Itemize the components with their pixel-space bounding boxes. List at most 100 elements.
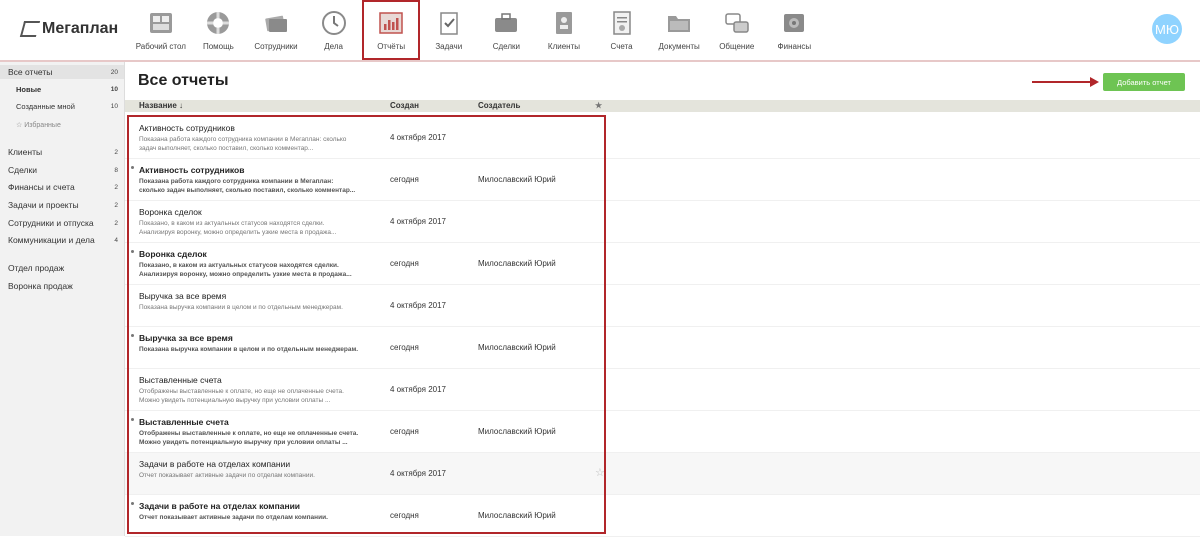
report-description: Показано, в каком из актуальных статусов…	[139, 220, 337, 236]
table-row[interactable]: Активность сотрудников Показана работа ка…	[125, 159, 1200, 201]
sidebar-item[interactable]: Новые 10	[0, 82, 124, 96]
main-content: Все отчеты Добавить отчет Название ↓ Соз…	[125, 62, 1200, 537]
report-created: сегодня	[390, 427, 419, 436]
table-row[interactable]: Выставленные счета Отображены выставленны…	[125, 369, 1200, 411]
nav-item-label: Документы	[658, 42, 700, 51]
nav-item-employees[interactable]: Сотрудники	[247, 0, 305, 60]
table-row[interactable]: Выставленные счета Отображены выставленны…	[125, 411, 1200, 453]
page-title: Все отчеты	[138, 72, 229, 89]
report-name[interactable]: Выручка за все время	[139, 333, 233, 343]
report-creator: Милославский Юрий	[478, 175, 556, 184]
column-header-creator[interactable]: Создатель	[478, 101, 520, 110]
sidebar-item[interactable]: Задачи и проекты 2	[0, 198, 124, 212]
report-name[interactable]: Воронка сделок	[139, 207, 202, 217]
sidebar-item-count: 2	[114, 219, 118, 227]
report-name[interactable]: Выставленные счета	[139, 375, 222, 385]
table-row[interactable]: Активность сотрудников Показана работа ка…	[125, 117, 1200, 159]
arrow-annotation-icon	[1032, 77, 1099, 87]
sidebar-item-count: 2	[114, 148, 118, 156]
report-created: 4 октября 2017	[390, 301, 446, 310]
folder-icon	[665, 9, 693, 37]
report-name[interactable]: Задачи в работе на отделах компании	[139, 501, 300, 511]
nav-item-chat[interactable]: Общение	[708, 0, 766, 60]
report-name[interactable]: Выставленные счета	[139, 417, 229, 427]
table-row[interactable]: Выручка за все время Показана выручка ком…	[125, 327, 1200, 369]
clock-icon	[320, 9, 348, 37]
sidebar-item[interactable]: Созданные мной 10	[0, 99, 124, 113]
report-description: Отчет показывает активные задачи по отде…	[139, 472, 315, 479]
logo-mark-icon	[19, 21, 41, 37]
favorite-star-icon[interactable]: ☆	[595, 466, 605, 479]
sidebar-item-label: Сделки	[8, 165, 37, 175]
sidebar-item[interactable]: ☆ Избранные	[0, 118, 124, 132]
add-report-button[interactable]: Добавить отчет	[1103, 73, 1185, 91]
nav-item-lifebuoy[interactable]: Помощь	[190, 0, 248, 60]
sidebar-item-count: 20	[110, 68, 118, 76]
sidebar-item[interactable]: Сотрудники и отпуска 2	[0, 216, 124, 230]
sidebar-item[interactable]: Коммуникации и дела 4	[0, 233, 124, 247]
sidebar-item-label: Все отчеты	[8, 67, 53, 77]
main-nav: Рабочий стол Помощь Сотрудники Дела Отчёты За…	[132, 0, 823, 60]
sidebar-item-count: 10	[110, 85, 118, 93]
nav-item-label: Отчёты	[377, 42, 406, 51]
report-name[interactable]: Активность сотрудников	[139, 165, 244, 175]
report-name[interactable]: Активность сотрудников	[139, 123, 235, 133]
sidebar-item[interactable]: Сделки 8	[0, 163, 124, 177]
nav-item-safe[interactable]: Финансы	[766, 0, 824, 60]
favorite-column-star-icon[interactable]: ★	[595, 101, 602, 110]
nav-item-clipboard[interactable]: Задачи	[420, 0, 478, 60]
nav-item-label: Рабочий стол	[135, 42, 186, 51]
table-row[interactable]: Воронка сделок Показано, в каком из актуа…	[125, 201, 1200, 243]
report-description: Показана работа каждого сотрудника компа…	[139, 178, 356, 194]
nav-item-contacts[interactable]: Клиенты	[535, 0, 593, 60]
nav-item-clock[interactable]: Дела	[305, 0, 363, 60]
chat-icon	[723, 9, 751, 37]
sidebar-item-label: Избранные	[24, 122, 61, 129]
report-name[interactable]: Воронка сделок	[139, 249, 207, 259]
report-created: 4 октября 2017	[390, 133, 446, 142]
report-created: 4 октября 2017	[390, 469, 446, 478]
avatar[interactable]: МЮ	[1152, 14, 1182, 44]
nav-item-reports-chart[interactable]: Отчёты	[362, 0, 420, 60]
report-name[interactable]: Выручка за все время	[139, 291, 226, 301]
column-header-created[interactable]: Создан	[390, 101, 419, 110]
star-outline-icon: ☆	[16, 122, 25, 129]
report-description: Отображены выставленные к оплате, но еще…	[139, 388, 344, 404]
nav-item-folder[interactable]: Документы	[650, 0, 708, 60]
safe-icon	[780, 9, 808, 37]
sidebar-item-label: Воронка продаж	[8, 281, 73, 291]
sidebar-item[interactable]: Финансы и счета 2	[0, 180, 124, 194]
table-row[interactable]: Воронка сделок Показано, в каком из актуа…	[125, 243, 1200, 285]
report-description: Показана выручка компании в целом и по о…	[139, 304, 343, 311]
nav-item-label: Клиенты	[547, 42, 580, 51]
briefcase-icon	[492, 9, 520, 37]
nav-item-invoice[interactable]: Счета	[593, 0, 651, 60]
sidebar-item-label: Новые	[16, 84, 42, 94]
contacts-icon	[550, 9, 578, 37]
table-row[interactable]: Задачи в работе на отделах компании Отчет…	[125, 453, 1200, 495]
employees-icon	[262, 9, 290, 37]
megaplan-logo[interactable]: Мегаплан	[19, 20, 119, 38]
sidebar: Все отчеты 20 Новые 10 Созданные мной 10 ☆ Изб…	[0, 62, 125, 536]
lifebuoy-icon	[204, 9, 232, 37]
sidebar-item[interactable]: Все отчеты 20	[0, 65, 124, 79]
report-created: сегодня	[390, 175, 419, 184]
table-row[interactable]: Выручка за все время Показана выручка ком…	[125, 285, 1200, 327]
nav-item-label: Общение	[719, 42, 755, 51]
table-header: Название ↓ Создан Создатель ★	[125, 100, 1200, 112]
report-creator: Милославский Юрий	[478, 259, 556, 268]
nav-item-label: Сделки	[492, 42, 520, 51]
report-name[interactable]: Задачи в работе на отделах компании	[139, 459, 290, 469]
report-created: сегодня	[390, 343, 419, 352]
report-creator: Милославский Юрий	[478, 343, 556, 352]
sidebar-item[interactable]: Воронка продаж	[0, 279, 124, 293]
logo-text: Мегаплан	[42, 20, 119, 37]
column-header-name[interactable]: Название ↓	[139, 101, 183, 110]
nav-item-briefcase[interactable]: Сделки	[478, 0, 536, 60]
sidebar-item[interactable]: Отдел продаж	[0, 261, 124, 275]
table-row[interactable]: Задачи в работе на отделах компании Отчет…	[125, 495, 1200, 537]
new-indicator-dot	[131, 334, 134, 337]
report-created: сегодня	[390, 511, 419, 520]
nav-item-desktop[interactable]: Рабочий стол	[132, 0, 190, 60]
sidebar-item[interactable]: Клиенты 2	[0, 145, 124, 159]
